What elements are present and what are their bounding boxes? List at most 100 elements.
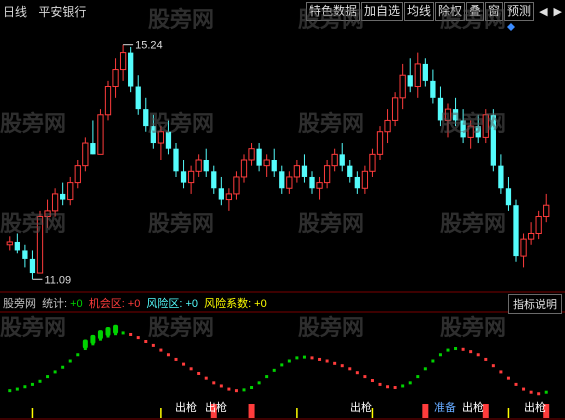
candle-body [74,165,81,184]
candle-body [248,148,255,161]
ex-rights-button[interactable]: 除权 [435,2,466,21]
feature-data-button[interactable]: 特色数据 [305,2,360,21]
candle-body [225,193,233,201]
indicator-point [257,381,261,385]
candle-body [399,74,406,99]
candle-body [437,97,444,121]
opportunity-marker [113,324,119,334]
indicator-point [219,384,223,388]
indicator-point [182,362,186,366]
indicator-point [30,382,34,386]
indicator-point [461,347,465,351]
indicator-point [476,353,480,357]
indicator-point [204,376,208,380]
indicator-point [68,359,72,363]
candle-body [407,75,413,87]
indicator-point [333,361,337,365]
candle-body [218,188,224,200]
candle-body [467,125,474,138]
indicator-point [469,350,473,354]
signal-bar [248,404,255,418]
indicator-point [121,331,125,335]
stock-title: 日线 平安银行 [3,3,94,20]
candle-body [316,182,323,189]
candle-body [354,176,360,189]
candle-body [104,86,112,116]
candle-body [180,171,187,183]
indicator-point [295,356,299,360]
indicator-point [446,348,450,352]
indicator-point [348,367,352,371]
candle-body [67,182,74,201]
indicator-point [378,382,382,386]
forecast-button[interactable]: 预测 [504,2,535,21]
candle-body [430,80,436,98]
candle-body [263,159,270,167]
indicator-point [310,356,314,360]
opportunity-marker [105,327,111,337]
indicator-point [159,348,163,352]
candle-body [361,170,369,189]
indicator-point [370,379,374,382]
candle-body [82,142,89,167]
indicator-point [401,384,405,388]
indicator-point [280,363,284,367]
overlay-button[interactable]: 叠 [466,2,485,21]
candle-body [240,159,248,178]
candle-body [535,216,542,234]
candle-body [309,176,315,189]
indicator-point [454,347,458,351]
indicator-help-button[interactable]: 指标说明 [508,294,562,314]
candle-body [233,176,240,195]
candle-body [444,108,452,121]
candle-body [475,126,481,138]
indicator-point [537,392,541,396]
candle-body [422,63,428,81]
candle-body [369,153,376,172]
indicator-point [287,359,291,363]
indicator-point [423,367,427,371]
indicator-point [136,336,140,340]
period-label[interactable]: 日线 [3,5,27,19]
candle-body [90,143,96,155]
indicator-point [15,387,19,391]
indicator-point [506,376,510,380]
candle-body [505,188,512,206]
candle-body [211,171,217,189]
indicator-point [197,371,201,375]
kline-chart[interactable]: 15.2411.09出枪 出枪 出枪 准备 出枪 出枪 [0,22,565,420]
indicator-point [53,370,57,374]
indicator-point [544,390,548,394]
stat-value: +0 [70,298,83,310]
arrow-left-icon[interactable]: ◀ [536,5,550,18]
ready-signal-label: 准备 [434,400,456,414]
indicator-point [8,389,12,393]
indicator-point [363,375,367,379]
indicator-point [302,355,306,359]
indicator-point [234,389,238,393]
indicator-point [431,359,435,363]
window-button[interactable]: 窗 [485,2,504,21]
arrow-right-icon[interactable]: ▶ [551,5,565,18]
moving-average-button[interactable]: 均线 [403,2,434,21]
toolbar: 日线 平安银行 特色数据 加自选 均线 除权 叠 窗 预测 ◀ ▶ [0,0,565,22]
indicator-point [61,365,65,369]
marker-diamond-icon [507,23,515,31]
risk-coef-value: +0 [254,298,267,310]
indicator-point [416,375,420,379]
indicator-point [166,353,170,357]
candle-body [14,241,20,251]
indicator-header: 股旁网 统计: +0 机会区: +0 风险区: +0 风险系数: +0 [3,295,270,311]
indicator-name: 股旁网 [3,298,36,310]
toolbar-buttons: 特色数据 加自选 均线 除权 叠 窗 预测 ◀ ▶ [305,2,565,21]
candle-body [279,171,285,189]
candle-body [414,63,421,88]
candle-body [187,170,195,184]
candle-body [44,210,51,218]
candle-body [460,120,466,138]
fire-signal-label: 出枪 [205,400,227,414]
candle-body [22,250,28,259]
candle-body [36,216,44,274]
add-watchlist-button[interactable]: 加自选 [360,2,403,21]
candle-body [513,205,519,257]
